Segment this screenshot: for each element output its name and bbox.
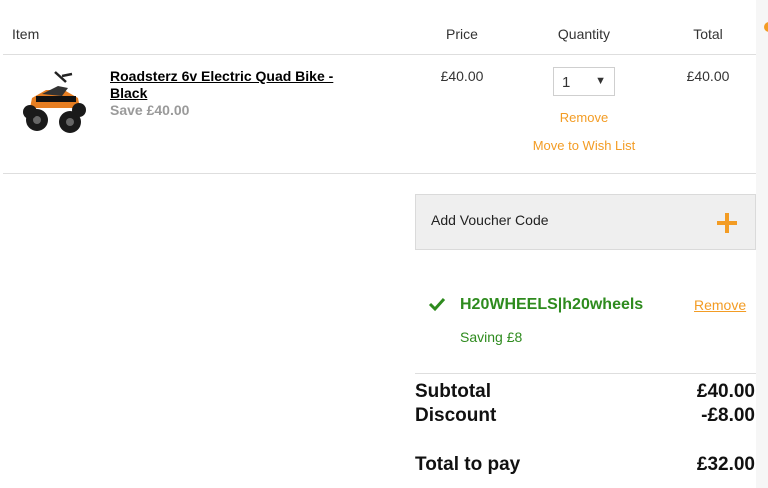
discount-value: -£8.00 — [701, 405, 755, 426]
feedback-tab[interactable] — [764, 22, 768, 32]
voucher-saving-text: Saving £8 — [460, 329, 523, 345]
product-total: £40.00 — [686, 68, 730, 84]
product-name-link[interactable]: Roadsterz 6v Electric Quad Bike - Black — [110, 68, 370, 102]
total-to-pay-value: £32.00 — [696, 454, 755, 475]
remove-voucher-link[interactable]: Remove — [694, 297, 746, 313]
product-image[interactable] — [22, 68, 88, 136]
scrollbar-track[interactable] — [756, 0, 768, 488]
divider — [3, 173, 756, 174]
header-item: Item — [12, 26, 40, 42]
header-total: Total — [693, 26, 723, 42]
discount-label: Discount — [415, 405, 497, 426]
quantity-select[interactable]: 1 ▼ — [553, 67, 615, 96]
quantity-value: 1 — [562, 74, 571, 91]
divider — [415, 373, 756, 374]
voucher-label: Add Voucher Code — [431, 212, 549, 228]
applied-voucher-code: H20WHEELS|h20wheels — [460, 296, 644, 313]
divider — [3, 54, 756, 55]
header-price: Price — [446, 26, 478, 42]
plus-icon — [715, 211, 739, 235]
header-quantity: Quantity — [557, 26, 611, 42]
total-to-pay-label: Total to pay — [415, 454, 521, 475]
subtotal-label: Subtotal — [415, 381, 491, 402]
chevron-down-icon: ▼ — [595, 75, 606, 87]
move-to-wishlist-link[interactable]: Move to Wish List — [524, 138, 644, 153]
remove-item-link[interactable]: Remove — [534, 110, 634, 125]
subtotal-value: £40.00 — [696, 381, 755, 402]
product-save-text: Save £40.00 — [110, 102, 190, 118]
check-icon — [428, 297, 446, 312]
product-price: £40.00 — [440, 68, 484, 84]
add-voucher-code-toggle[interactable]: Add Voucher Code — [415, 194, 756, 250]
